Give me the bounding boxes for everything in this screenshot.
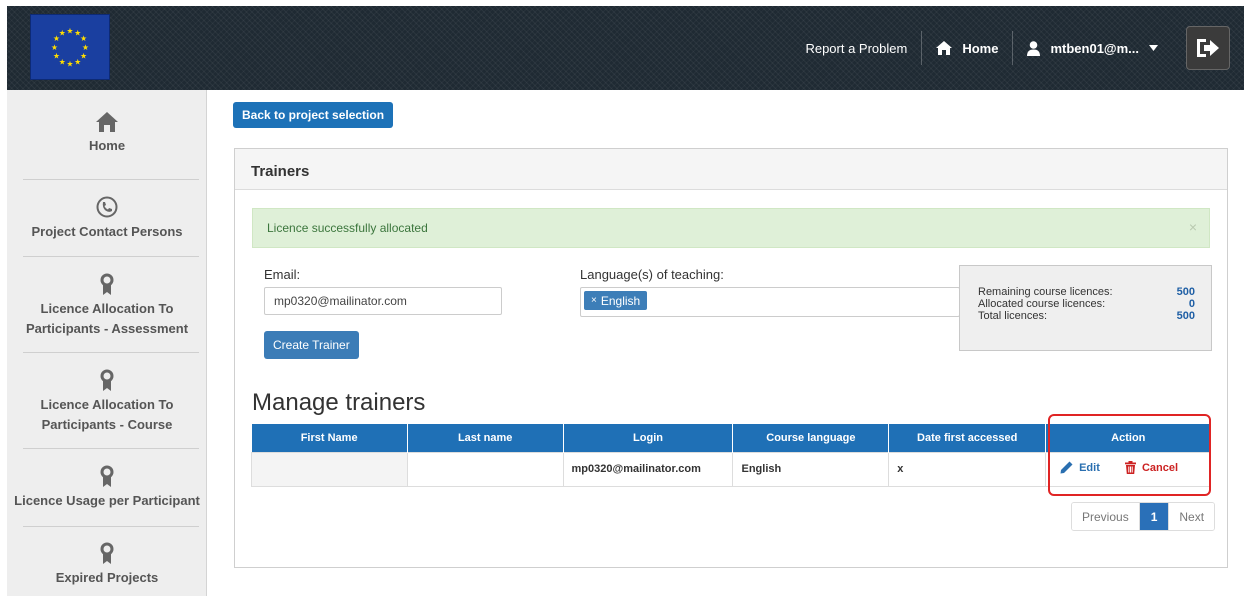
award-icon xyxy=(100,465,114,487)
stats-row-allocated: Allocated course licences: 0 xyxy=(978,298,1195,310)
user-email-label: mtben01@m... xyxy=(1050,40,1139,56)
cell-actions: Edit Cancel xyxy=(1045,451,1211,487)
col-action: Action xyxy=(1045,424,1211,452)
stats-row-total: Total licences: 500 xyxy=(978,310,1195,322)
sidebar-item-label: Home xyxy=(88,138,126,153)
sidebar-item-label: Expired Projects xyxy=(55,570,159,585)
table-header-row: First Name Last name Login Course langua… xyxy=(251,424,1211,452)
total-label: Total licences: xyxy=(978,310,1048,322)
eu-stars-icon: ★ ★ ★ ★ ★ ★ ★ ★ ★ ★ ★ ★ xyxy=(51,26,89,68)
panel-title: Trainers xyxy=(235,149,1227,190)
manage-trainers-title: Manage trainers xyxy=(252,389,426,416)
back-to-project-selection-button[interactable]: Back to project selection xyxy=(233,102,394,128)
sidebar-item-label-line1: Licence Allocation To xyxy=(40,301,174,316)
home-icon xyxy=(936,41,953,55)
create-trainer-button[interactable]: Create Trainer xyxy=(264,331,359,359)
col-last-name[interactable]: Last name xyxy=(407,424,564,452)
award-icon xyxy=(100,542,114,564)
col-first-name[interactable]: First Name xyxy=(251,424,408,452)
report-problem-label: Report a Problem xyxy=(805,40,908,56)
sidebar-item-expired-projects[interactable]: Expired Projects xyxy=(7,542,207,588)
svg-text:★: ★ xyxy=(67,26,74,35)
cell-last-name xyxy=(406,451,564,487)
pagination-page-current[interactable]: 1 xyxy=(1139,503,1170,530)
success-alert: Licence successfully allocated × xyxy=(252,208,1210,248)
sidebar-item-label-line2: Participants - Assessment xyxy=(25,321,189,336)
email-label: Email: xyxy=(264,267,301,282)
tag-remove-icon[interactable]: × xyxy=(591,295,597,306)
edit-label: Edit xyxy=(1079,461,1100,474)
stats-row-remaining: Remaining course licences: 500 xyxy=(978,286,1195,298)
logout-icon xyxy=(1197,39,1219,57)
svg-text:★: ★ xyxy=(82,43,89,52)
cancel-button[interactable]: Cancel xyxy=(1124,461,1179,474)
award-icon xyxy=(100,369,114,391)
top-navbar: ★ ★ ★ ★ ★ ★ ★ ★ ★ ★ ★ ★ Report a Problem… xyxy=(7,6,1244,90)
cell-login: mp0320@mailinator.com xyxy=(562,451,734,487)
cancel-label: Cancel xyxy=(1141,461,1179,474)
total-value: 500 xyxy=(1176,310,1195,322)
language-multiselect[interactable]: × English xyxy=(580,287,960,317)
alert-message: Licence successfully allocated xyxy=(267,221,428,235)
sidebar-item-licence-allocation-course[interactable]: Licence Allocation To Participants - Cou… xyxy=(7,369,207,435)
pagination: Previous 1 Next xyxy=(1071,502,1216,531)
phone-icon xyxy=(96,196,118,218)
eu-flag-logo: ★ ★ ★ ★ ★ ★ ★ ★ ★ ★ ★ ★ xyxy=(30,14,110,80)
trainers-table: First Name Last name Login Course langua… xyxy=(251,424,1211,487)
svg-text:★: ★ xyxy=(51,43,58,52)
award-icon xyxy=(100,273,114,295)
logout-button[interactable] xyxy=(1186,26,1230,70)
home-link[interactable]: Home xyxy=(921,31,1012,65)
home-icon xyxy=(96,112,118,132)
col-date-first-accessed[interactable]: Date first accessed xyxy=(888,424,1047,452)
language-label: Language(s) of teaching: xyxy=(580,267,724,282)
svg-text:★: ★ xyxy=(53,52,60,61)
sidebar-divider xyxy=(23,179,199,180)
user-menu[interactable]: mtben01@m... xyxy=(1012,31,1172,65)
sidebar-item-home[interactable]: Home xyxy=(7,112,207,156)
sidebar-divider xyxy=(23,526,199,527)
sidebar-item-project-contact-persons[interactable]: Project Contact Persons xyxy=(7,196,207,242)
caret-down-icon xyxy=(1149,45,1158,51)
pencil-icon xyxy=(1060,461,1073,474)
sidebar-divider xyxy=(23,448,199,449)
sidebar-divider xyxy=(23,256,199,257)
edit-button[interactable]: Edit xyxy=(1060,461,1100,474)
cell-date-first-accessed: x xyxy=(888,451,1047,487)
pagination-next[interactable]: Next xyxy=(1169,503,1215,530)
licence-stats-box: Remaining course licences: 500 Allocated… xyxy=(959,265,1212,351)
sidebar-item-licence-usage[interactable]: Licence Usage per Participant xyxy=(7,465,207,511)
home-link-label: Home xyxy=(962,40,999,56)
sidebar-divider xyxy=(23,352,199,353)
language-tag[interactable]: × English xyxy=(584,291,648,310)
svg-text:★: ★ xyxy=(59,28,66,37)
user-icon xyxy=(1027,40,1041,56)
table-row: mp0320@mailinator.com English x Edit Can… xyxy=(251,451,1211,487)
sidebar-item-licence-allocation-assessment[interactable]: Licence Allocation To Participants - Ass… xyxy=(7,273,207,339)
cell-first-name xyxy=(251,451,408,487)
allocated-label: Allocated course licences: xyxy=(978,298,1106,310)
cell-course-language: English xyxy=(732,451,890,487)
sidebar: Home Project Contact Persons Licence All… xyxy=(7,90,207,596)
col-course-language[interactable]: Course language xyxy=(732,424,890,452)
svg-text:★: ★ xyxy=(74,57,81,66)
sidebar-item-label: Licence Usage per Participant xyxy=(14,493,200,508)
sidebar-item-label-line1: Licence Allocation To xyxy=(40,397,174,412)
remaining-label: Remaining course licences: xyxy=(978,286,1113,298)
svg-text:★: ★ xyxy=(80,34,87,43)
trash-icon xyxy=(1124,461,1136,474)
email-input[interactable] xyxy=(264,287,502,315)
remaining-value: 500 xyxy=(1176,286,1195,298)
svg-text:★: ★ xyxy=(67,59,74,68)
language-tag-label: English xyxy=(600,293,641,308)
col-login[interactable]: Login xyxy=(563,424,734,452)
alert-close-icon[interactable]: × xyxy=(1189,219,1197,235)
top-nav-links: Report a Problem Home mtben01@m... xyxy=(791,6,1244,90)
allocated-value: 0 xyxy=(1188,298,1195,310)
report-problem-link[interactable]: Report a Problem xyxy=(791,31,921,65)
pagination-previous[interactable]: Previous xyxy=(1072,503,1140,530)
sidebar-item-label: Project Contact Persons xyxy=(31,224,183,239)
sidebar-item-label-line2: Participants - Course xyxy=(41,417,173,432)
